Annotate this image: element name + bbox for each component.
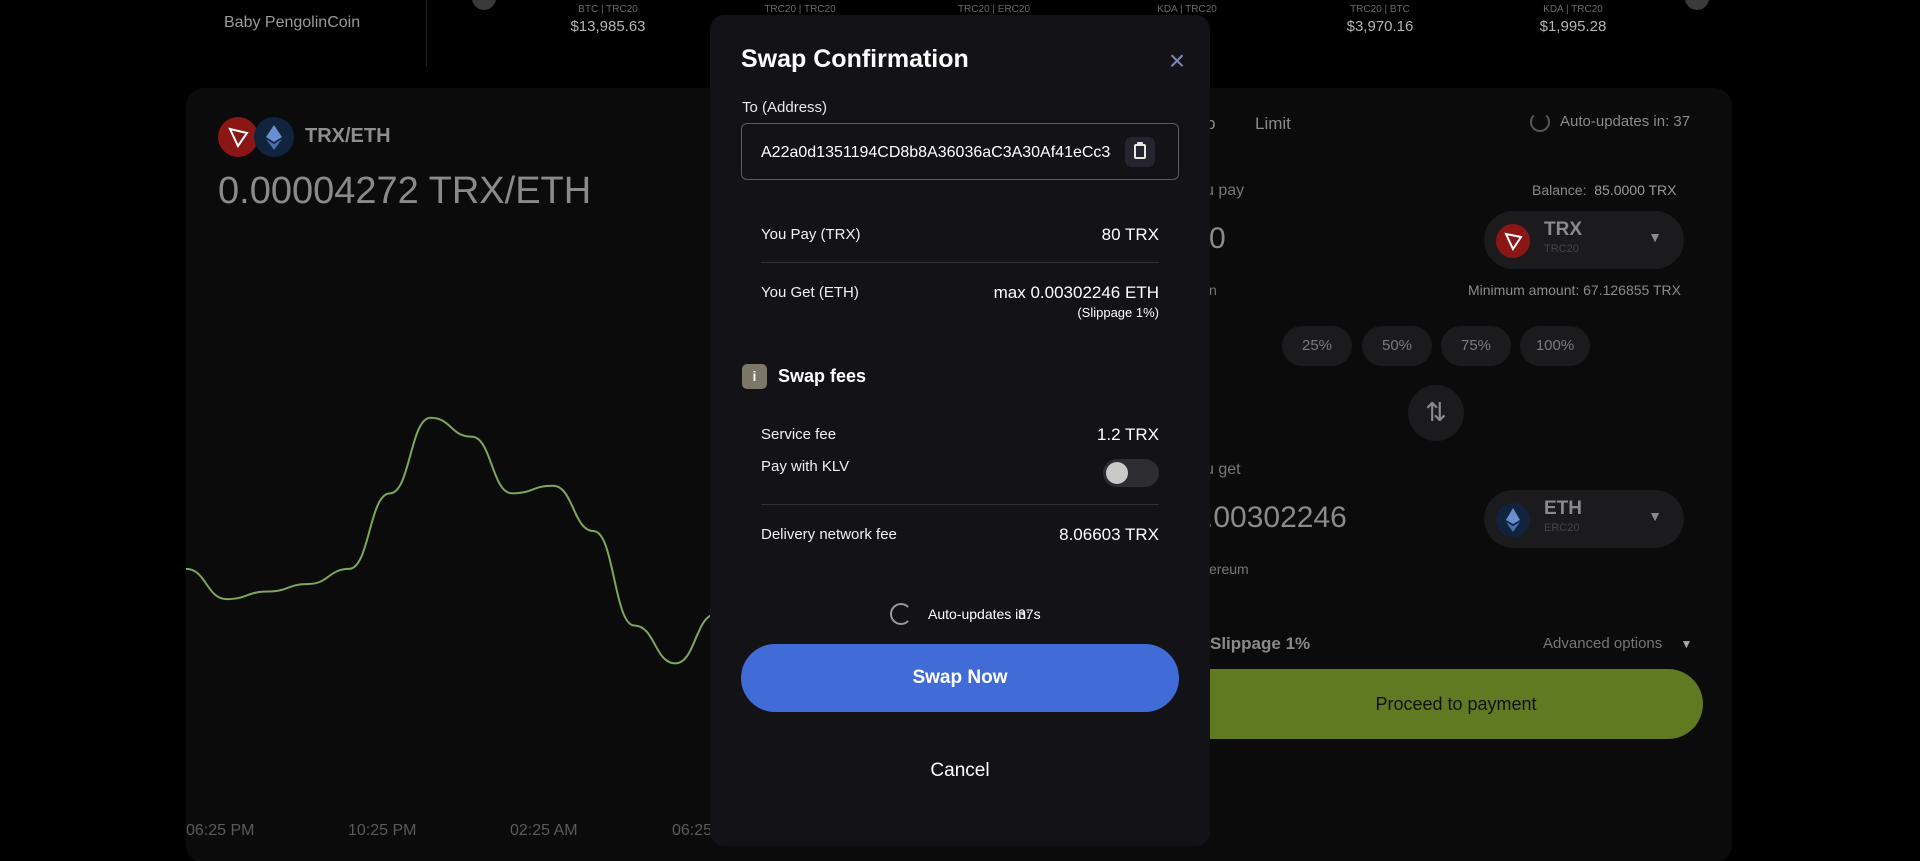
swap-confirmation-modal: Swap Confirmation × To (Address) You Pay…	[710, 15, 1210, 846]
chart-x-tick: 06:25 PM	[186, 822, 255, 839]
ethereum-icon	[1496, 503, 1530, 537]
advanced-options-toggle[interactable]: Advanced options ▼	[1543, 635, 1692, 652]
you-pay-value: 80 TRX	[1101, 225, 1159, 244]
pair-name: TRX/ETH	[305, 125, 391, 147]
percent-100-button[interactable]: 100%	[1520, 326, 1590, 366]
auto-updates-indicator: Auto-updates in: 37	[1530, 112, 1690, 132]
pay-with-klv-toggle[interactable]	[1103, 459, 1159, 487]
you-get-label: u get	[1205, 461, 1241, 478]
auto-updates-countdown: 37s	[1018, 606, 1041, 622]
delivery-fee-label: Delivery network fee	[761, 526, 897, 543]
cancel-button[interactable]: Cancel	[741, 760, 1179, 782]
divider	[761, 504, 1159, 505]
pair-price: 0.00004272 TRX/ETH	[218, 170, 592, 212]
ticker-item[interactable]: BTC | TRC20 $13,985.63	[538, 4, 678, 35]
proceed-to-payment-button[interactable]: Proceed to payment	[1209, 669, 1703, 739]
chart-x-tick: 02:25 AM	[510, 822, 578, 839]
chart-x-tick: 10:25 PM	[348, 822, 417, 839]
ethereum-icon	[254, 117, 294, 157]
pay-token-name: n	[1209, 282, 1217, 298]
you-pay-label: You Pay (TRX)	[761, 226, 861, 243]
ticker-item[interactable]: KDA | TRC20 $1,995.28	[1503, 4, 1643, 35]
toggle-knob	[1106, 462, 1128, 484]
swap-direction-icon[interactable]: ⇅	[1408, 385, 1464, 441]
ticker-next-arrow-icon[interactable]	[1685, 0, 1709, 10]
slippage-setting[interactable]: Slippage 1%	[1210, 634, 1310, 654]
service-fee-value: 1.2 TRX	[1096, 425, 1159, 444]
get-token-name: ereum	[1209, 561, 1249, 577]
refresh-spinner-icon	[1530, 112, 1550, 132]
pair-icons	[218, 117, 298, 157]
ticker-prev-arrow-icon[interactable]	[472, 0, 496, 10]
close-icon[interactable]: ×	[1162, 46, 1192, 76]
slippage-note: (Slippage 1%)	[1077, 305, 1159, 320]
refresh-spinner-icon	[890, 603, 912, 625]
percent-25-button[interactable]: 25%	[1282, 326, 1352, 366]
you-get-label: You Get (ETH)	[761, 284, 859, 301]
tron-icon	[218, 117, 258, 157]
pay-with-klv-label: Pay with KLV	[761, 458, 850, 475]
percent-50-button[interactable]: 50%	[1362, 326, 1432, 366]
chart-series-line	[186, 416, 716, 665]
swap-now-button[interactable]: Swap Now	[741, 644, 1179, 712]
address-label: To (Address)	[742, 99, 828, 116]
chevron-down-icon: ▼	[1648, 229, 1662, 245]
swap-fees-title: Swap fees	[778, 366, 867, 386]
get-amount: .00302246	[1205, 501, 1347, 534]
tab-limit[interactable]: Limit	[1255, 114, 1291, 134]
swap-form	[1209, 88, 1732, 861]
chart-x-tick: 06:25	[672, 822, 713, 839]
ticker-item[interactable]: TRC20 | BTC $3,970.16	[1310, 4, 1450, 35]
address-field	[741, 123, 1179, 180]
service-fee-label: Service fee	[761, 426, 837, 443]
address-input[interactable]	[761, 141, 1111, 165]
chevron-down-icon: ▼	[1680, 637, 1693, 651]
delivery-fee-value: 8.06603 TRX	[1059, 525, 1159, 544]
you-get-value: max 0.00302246 ETH	[993, 283, 1159, 302]
minimum-amount: Minimum amount: 67.126855 TRX	[1468, 282, 1681, 298]
chevron-down-icon: ▼	[1648, 508, 1662, 524]
modal-title: Swap Confirmation	[741, 45, 969, 73]
percent-75-button[interactable]: 75%	[1441, 326, 1511, 366]
price-line-chart	[186, 416, 716, 665]
ticker-divider	[426, 0, 427, 67]
auto-updates-label: Auto-updates in:	[928, 606, 1030, 622]
ticker-coin-name: Baby PengolinCoin	[224, 14, 361, 31]
pay-amount[interactable]: 0	[1209, 222, 1226, 256]
get-token-selector[interactable]: ETH ERC20 ▼	[1484, 490, 1684, 548]
paste-icon[interactable]	[1125, 137, 1155, 167]
balance-label: Balance: 85.0000 TRX	[1532, 182, 1677, 198]
pay-token-selector[interactable]: TRX TRC20 ▼	[1484, 211, 1684, 269]
divider	[761, 262, 1159, 263]
info-icon[interactable]: i	[742, 364, 767, 389]
tron-icon	[1496, 224, 1530, 258]
you-pay-label: u pay	[1205, 182, 1245, 199]
